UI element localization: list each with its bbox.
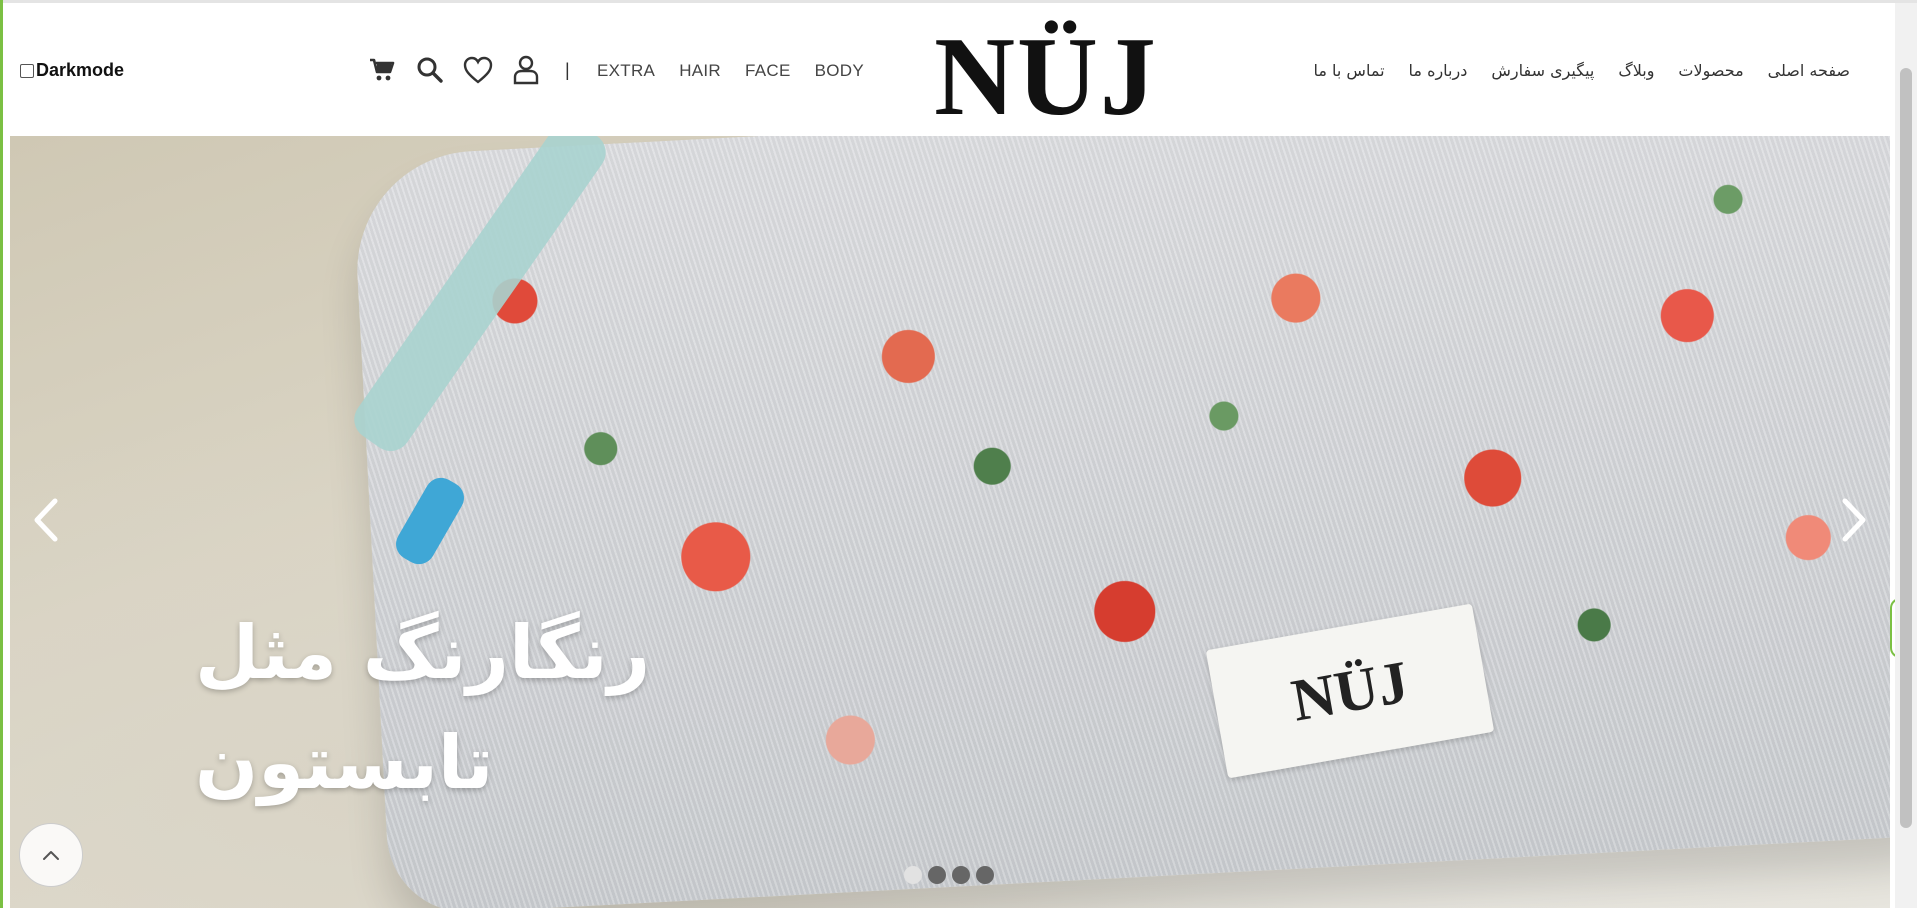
chevron-up-icon <box>43 851 59 860</box>
header-separator: | <box>565 59 570 80</box>
scrollbar-thumb[interactable] <box>1900 68 1912 828</box>
darkmode-label: Darkmode <box>36 60 125 80</box>
nav-item-blog[interactable]: وبلاگ <box>1618 61 1654 80</box>
site-header: Darkmode | EXTRA HAIR FACE BODY NÜJ صفحه… <box>3 3 1895 137</box>
darkmode-toggle[interactable]: Darkmode <box>20 60 124 81</box>
header-icons: | <box>365 53 584 87</box>
user-icon[interactable] <box>509 53 543 87</box>
nav-item-products[interactable]: محصولات <box>1678 61 1743 80</box>
hero-caption: رنگارنگ مثل تابستون <box>195 610 651 806</box>
chevron-right-icon <box>1842 498 1866 542</box>
slider-next-arrow[interactable] <box>1834 490 1874 550</box>
back-to-top-button[interactable] <box>19 823 83 887</box>
nav-item-order-tracking[interactable]: پیگیری سفارش <box>1491 61 1594 80</box>
slider-prev-arrow[interactable] <box>26 490 66 550</box>
darkmode-checkbox[interactable] <box>20 63 34 78</box>
nav-item-hair[interactable]: HAIR <box>679 61 721 81</box>
slider-dots <box>904 866 994 884</box>
category-nav: EXTRA HAIR FACE BODY <box>597 61 864 81</box>
slider-dot-1[interactable] <box>904 866 922 884</box>
slider-dot-2[interactable] <box>928 866 946 884</box>
nav-item-home[interactable]: صفحه اصلی <box>1768 61 1850 80</box>
nav-item-extra[interactable]: EXTRA <box>597 61 655 81</box>
slider-dot-4[interactable] <box>976 866 994 884</box>
cart-icon[interactable] <box>365 53 399 87</box>
nav-item-face[interactable]: FACE <box>745 61 791 81</box>
search-icon[interactable] <box>413 53 447 87</box>
window-left-border <box>0 0 3 908</box>
main-nav: صفحه اصلی محصولات وبلاگ پیگیری سفارش درب… <box>1313 61 1850 80</box>
site-logo[interactable]: NÜJ <box>923 17 1169 137</box>
chevron-left-icon <box>34 498 58 542</box>
slider-dot-3[interactable] <box>952 866 970 884</box>
heart-icon[interactable] <box>461 53 495 87</box>
nav-item-body[interactable]: BODY <box>815 61 864 81</box>
bag-brand-text: NÜJ <box>1286 647 1414 734</box>
hero-product-image <box>351 136 1890 908</box>
logo-text: NÜJ <box>934 15 1158 139</box>
nav-item-about[interactable]: درباره ما <box>1409 61 1468 80</box>
nav-item-contact[interactable]: تماس با ما <box>1313 61 1384 80</box>
